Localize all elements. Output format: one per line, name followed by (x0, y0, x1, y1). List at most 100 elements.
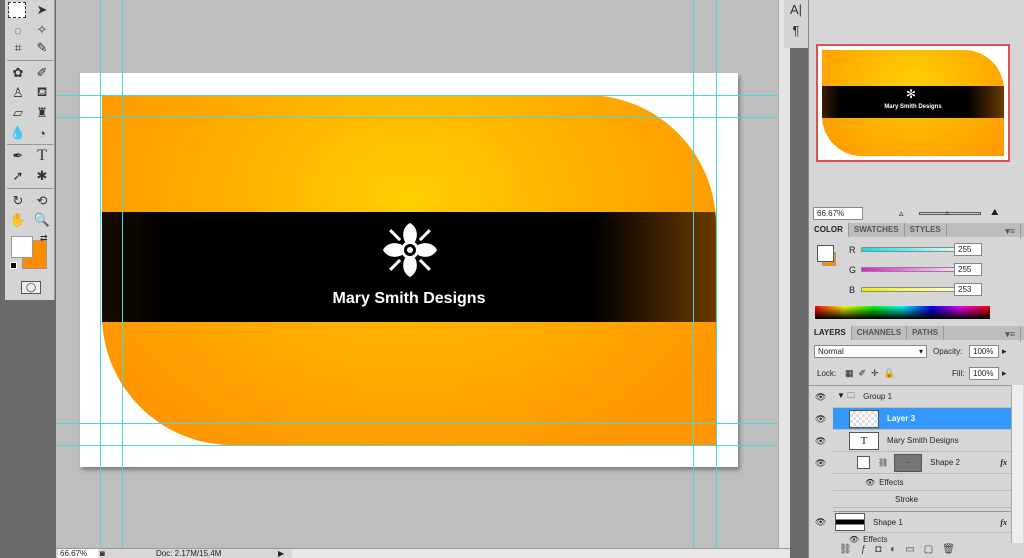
visibility-eye-icon[interactable]: 👁 (815, 517, 826, 528)
blur-tool[interactable]: 💧 (7, 123, 29, 143)
magic-wand-tool[interactable]: ✧ (31, 20, 53, 40)
rect-marquee-tool[interactable] (8, 2, 26, 18)
color-ramp[interactable] (815, 306, 990, 319)
status-icon[interactable]: ◙ (100, 549, 105, 558)
visibility-eye-icon[interactable]: 👁 (815, 458, 826, 469)
zoom-tool[interactable]: 🔍 (31, 210, 53, 230)
dodge-tool[interactable]: ◔ (31, 123, 53, 143)
hand-tool[interactable]: ✋ (7, 210, 29, 230)
b-field[interactable]: 253 (954, 283, 982, 296)
paragraph-panel-button[interactable]: ¶ (784, 23, 808, 38)
transparent-thumb (849, 409, 879, 428)
layer-name: Shape 2 (930, 458, 960, 467)
tab-paths[interactable]: PATHS (907, 326, 945, 340)
layer-name: Group 1 (863, 392, 893, 401)
toolbox: ➤ ◌ ✧ ⌗ ✎ ✿ ✐ ♙ ⛾ ▱ ♜ 💧 ◔ ✒ T ➚ ✱ ↻ ⟲ ✋ … (0, 0, 56, 558)
opacity-arrow[interactable]: ▸ (1002, 346, 1007, 357)
foreground-color-swatch[interactable] (11, 236, 33, 258)
custom-shape-tool[interactable]: ✱ (31, 166, 53, 186)
move-tool[interactable]: ➤ (31, 0, 53, 20)
stamp-tool[interactable]: ♙ (7, 83, 29, 103)
black-band: Mary Smith Designs (102, 212, 716, 322)
status-menu-arrow[interactable]: ▶ (278, 549, 284, 558)
visibility-eye-icon[interactable]: 👁 (815, 436, 826, 447)
effects-row[interactable]: 👁 Effects (833, 474, 1011, 490)
status-bar: 66.67% ◙ Doc: 2.17M/15.4M ▶ (56, 548, 790, 558)
eyedropper-tool[interactable]: ✎ (31, 38, 53, 58)
stroke-row[interactable]: Stroke (833, 490, 1011, 508)
tab-swatches[interactable]: SWATCHES (849, 223, 905, 237)
lasso-tool[interactable]: ◌ (7, 20, 29, 40)
horizontal-scrollbar[interactable] (292, 549, 790, 558)
layer-name: Effects (863, 534, 888, 544)
layer-row-layer3[interactable]: Layer 3 (833, 408, 1011, 430)
status-zoom[interactable]: 66.67% (58, 549, 98, 558)
tab-color[interactable]: COLOR (809, 223, 849, 237)
blend-mode-select[interactable]: Normal ▾ (814, 345, 927, 358)
opacity-field[interactable]: 100% (969, 345, 999, 358)
layers-bottom-icons[interactable]: ⛓ƒ◘◐▭▢🗑 (839, 544, 1019, 558)
layer-row-group1[interactable]: ▼ 🗀 Group 1 (833, 386, 1011, 408)
panel-menu-icon[interactable]: ▾≡ (1000, 224, 1021, 239)
crop-tool[interactable]: ⌗ (7, 38, 29, 58)
vertical-scrollbar[interactable] (778, 0, 790, 548)
effects-eye-icon[interactable]: 👁 (865, 478, 875, 487)
r-field[interactable]: 255 (954, 243, 982, 256)
g-field[interactable]: 255 (954, 263, 982, 276)
brush-tool[interactable]: ✐ (31, 63, 53, 83)
panel-dock (790, 0, 808, 558)
opacity-label: Opacity: (933, 347, 963, 356)
navigator-zoom-slider[interactable]: ▵ (919, 208, 981, 217)
effects-eye-icon[interactable]: 👁 (849, 535, 859, 544)
thumb-logo-icon: ✻ (906, 87, 917, 101)
tab-layers[interactable]: LAYERS (809, 326, 852, 340)
layer-row-text[interactable]: T Mary Smith Designs (833, 430, 1011, 452)
visibility-eye-icon[interactable]: 👁 (815, 392, 826, 403)
color-fg-swatch[interactable] (817, 245, 834, 262)
zoom-in-icon[interactable]: ⛰ (991, 207, 999, 218)
fx-icon[interactable]: fx (1000, 458, 1007, 467)
tab-channels[interactable]: CHANNELS (852, 326, 908, 340)
layer-row-shape2[interactable]: ⛓ · Shape 2 fx (833, 452, 1011, 474)
pen-tool[interactable]: ✒ (7, 146, 29, 166)
layers-panel-tabs: LAYERS CHANNELS PATHS ▾≡ (809, 326, 1024, 342)
bucket-tool[interactable]: ♜ (31, 103, 53, 123)
document[interactable]: Mary Smith Designs (80, 73, 738, 467)
visibility-eye-icon[interactable]: 👁 (815, 414, 826, 425)
navigator-thumb-text: Mary Smith Designs (884, 104, 942, 110)
default-colors-icon[interactable] (10, 262, 17, 269)
healing-tool[interactable]: ✿ (7, 63, 29, 83)
layer-name: Layer 3 (887, 414, 916, 423)
eraser-tool[interactable]: ▱ (7, 103, 29, 123)
right-panels: Mary Smith Designs ✻ 66.67% ▵ ▵ ⛰ COLOR … (808, 0, 1024, 558)
link-icon: ⛓ (878, 458, 889, 467)
swap-colors-icon[interactable]: ⇄ (40, 233, 48, 244)
tab-styles[interactable]: STYLES (905, 223, 947, 237)
quick-mask-button[interactable]: ◯ (21, 281, 41, 294)
type-tool[interactable]: T (31, 146, 53, 166)
fx-icon[interactable]: fx (1000, 518, 1007, 527)
layer-name: Stroke (895, 494, 919, 504)
3d-orbit-tool[interactable]: ⟲ (31, 191, 53, 211)
zoom-out-icon[interactable]: ▵ (899, 208, 904, 219)
navigator-thumbnail[interactable]: Mary Smith Designs ✻ (816, 44, 1010, 162)
canvas-area[interactable]: Mary Smith Designs (56, 0, 778, 548)
fill-arrow[interactable]: ▸ (1002, 368, 1007, 379)
navigator-zoom-field[interactable]: 66.67% (813, 207, 863, 220)
path-select-tool[interactable]: ➚ (7, 166, 29, 186)
layers-list: ▼ 🗀 Group 1 Layer 3 T Mary Smith Designs ⛓… (809, 385, 1011, 544)
layer-name: Shape 1 (873, 517, 903, 527)
lock-icons[interactable]: ▦✐✛🔒 (845, 368, 900, 379)
paint-bucket-icon[interactable]: ⛾ (31, 83, 53, 103)
shape1-thumb (835, 513, 865, 531)
fill-field[interactable]: 100% (969, 367, 999, 380)
layers-menu-icon[interactable]: ▾≡ (1000, 327, 1021, 342)
doc-size: Doc: 2.17M/15.4M (156, 549, 222, 558)
character-panel-button[interactable]: A| (784, 2, 808, 17)
3d-rotate-tool[interactable]: ↻ (7, 191, 29, 211)
mini-panel-dock: A| ¶ (784, 0, 808, 48)
layers-scrollbar[interactable] (1011, 385, 1023, 543)
layer-row-shape1[interactable]: Shape 1 fx (833, 511, 1011, 533)
business-card: Mary Smith Designs (102, 95, 716, 445)
effects-row-2[interactable]: 👁 Effects (833, 534, 1011, 544)
